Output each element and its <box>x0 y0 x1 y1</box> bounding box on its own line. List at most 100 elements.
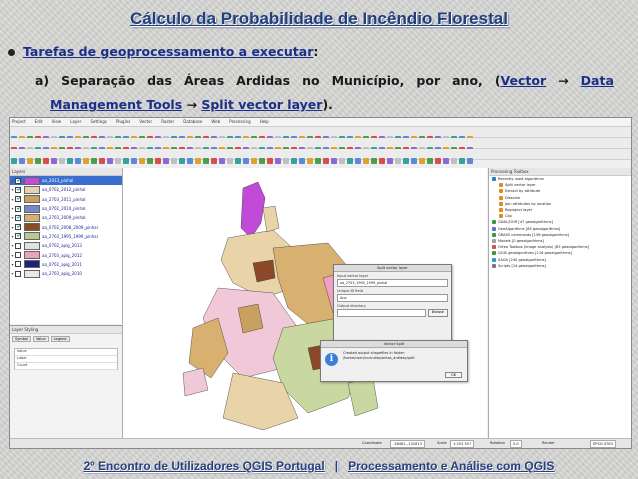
toolbar-tool-icon[interactable] <box>211 158 217 164</box>
toolbar-tool-icon[interactable] <box>203 158 209 164</box>
layer-item[interactable]: ▾ aa_2013_pinhal <box>10 176 122 186</box>
rotation-value[interactable]: 0.0 <box>510 440 522 448</box>
toolbar-tool-icon[interactable] <box>219 158 225 164</box>
toolbar-tool-icon[interactable] <box>179 158 185 164</box>
toolbar-tool-icon[interactable] <box>459 158 465 164</box>
layer-visibility-checkbox[interactable] <box>15 270 21 277</box>
toolbar-tool-icon[interactable] <box>451 158 457 164</box>
toolbar-tool-icon[interactable] <box>299 158 305 164</box>
output-dir-input[interactable] <box>337 309 426 317</box>
toolbar-tool-icon[interactable] <box>355 158 361 164</box>
data-link[interactable]: Data <box>581 73 614 88</box>
toolbar-tool-icon[interactable] <box>107 158 113 164</box>
coordinate-value[interactable]: -36481,-131813 <box>390 440 425 448</box>
toolbar-tool-icon[interactable] <box>435 158 441 164</box>
toolbar-tool-icon[interactable] <box>83 158 89 164</box>
menu-processing[interactable]: Processing <box>229 119 250 124</box>
layer-visibility-checkbox[interactable] <box>15 233 21 240</box>
toolbar-tool-icon[interactable] <box>59 158 65 164</box>
toolbar-tool-icon[interactable] <box>323 158 329 164</box>
menu-layer[interactable]: Layer <box>70 119 81 124</box>
layer-visibility-checkbox[interactable] <box>15 224 21 231</box>
toolbar-tool-icon[interactable] <box>243 158 249 164</box>
toolbar-tool-icon[interactable] <box>27 158 33 164</box>
toolbar-tool-icon[interactable] <box>139 158 145 164</box>
layer-visibility-checkbox[interactable] <box>15 252 21 259</box>
menu-help[interactable]: Help <box>260 119 269 124</box>
toolbar-tool-icon[interactable] <box>195 158 201 164</box>
toolbar-tool-icon[interactable] <box>275 158 281 164</box>
toolbar-tool-icon[interactable] <box>419 158 425 164</box>
toolbox-item[interactable]: Scripts [14 geoalgorithms] <box>489 263 631 269</box>
toolbar-tool-icon[interactable] <box>163 158 169 164</box>
layer-visibility-checkbox[interactable] <box>15 177 21 184</box>
toolbar-tool-icon[interactable] <box>371 158 377 164</box>
toolbar-tool-icon[interactable] <box>403 158 409 164</box>
layer-item[interactable]: ▾ aa_0702_apig_2013 <box>10 241 122 250</box>
layer-visibility-checkbox[interactable] <box>15 214 21 221</box>
toolbar-tool-icon[interactable] <box>259 158 265 164</box>
layer-item[interactable]: ▾ aa_2703_2009_pinhal <box>10 213 122 222</box>
toolbar-tool-icon[interactable] <box>115 158 121 164</box>
toolbar-tool-icon[interactable] <box>123 158 129 164</box>
toolbar-tool-icon[interactable] <box>267 158 273 164</box>
toolbar-tool-icon[interactable] <box>35 158 41 164</box>
toolbar-tool-icon[interactable] <box>395 158 401 164</box>
crs-button[interactable]: EPSG:3763 <box>590 440 616 448</box>
toolbar-tool-icon[interactable] <box>339 158 345 164</box>
menu-project[interactable]: Project <box>12 119 26 124</box>
toolbar-tool-icon[interactable] <box>187 158 193 164</box>
toolbar-tool-icon[interactable] <box>67 158 73 164</box>
toolbar-tool-icon[interactable] <box>43 158 49 164</box>
toolbar-tool-icon[interactable] <box>443 158 449 164</box>
toolbar-tool-icon[interactable] <box>291 158 297 164</box>
menu-settings[interactable]: Settings <box>90 119 106 124</box>
layer-visibility-checkbox[interactable] <box>15 186 21 193</box>
toolbar-tool-icon[interactable] <box>155 158 161 164</box>
toolbar-tool-icon[interactable] <box>411 158 417 164</box>
toolbar-tool-icon[interactable] <box>251 158 257 164</box>
layer-item[interactable]: ▾ aa_0702_apig_2011 <box>10 260 122 269</box>
toolbar-tool-icon[interactable] <box>19 158 25 164</box>
toolbar-tool-icon[interactable] <box>235 158 241 164</box>
layer-item[interactable]: ▾ aa_2703_1995_1999_pinhal <box>10 232 122 241</box>
toolbar-tool-icon[interactable] <box>11 158 17 164</box>
toolbar-tool-icon[interactable] <box>427 158 433 164</box>
layer-item[interactable]: ▾ aa_2703_apig_2012 <box>10 250 122 260</box>
toolbar-tool-icon[interactable] <box>75 158 81 164</box>
menu-database[interactable]: Database <box>183 119 202 124</box>
toolbar-tool-icon[interactable] <box>171 158 177 164</box>
menu-web[interactable]: Web <box>211 119 220 124</box>
toolbar-tool-icon[interactable] <box>347 158 353 164</box>
layer-visibility-checkbox[interactable] <box>15 242 21 249</box>
toolbar-tool-icon[interactable] <box>387 158 393 164</box>
layer-visibility-checkbox[interactable] <box>15 205 21 212</box>
layer-item[interactable]: ▾ aa_0702_2012_pinhal <box>10 185 122 194</box>
menu-edit[interactable]: Edit <box>35 119 43 124</box>
unique-field-select[interactable]: Ano <box>337 294 448 302</box>
toolbar-tool-icon[interactable] <box>51 158 57 164</box>
menu-raster[interactable]: Raster <box>161 119 174 124</box>
layer-item[interactable]: ▾ aa_0702_2008_2009_pinhal <box>10 222 122 232</box>
management-tools-link[interactable]: Management Tools <box>50 97 182 112</box>
menu-plugins[interactable]: Plugins <box>116 119 130 124</box>
toolbar-tool-icon[interactable] <box>283 158 289 164</box>
toolbar-tool-icon[interactable] <box>331 158 337 164</box>
toolbar-tool-icon[interactable] <box>99 158 105 164</box>
input-layer-select[interactable]: aa_2703_1995_1999_pinhal <box>337 279 448 287</box>
toolbar-tool-icon[interactable] <box>379 158 385 164</box>
layer-visibility-checkbox[interactable] <box>15 196 21 203</box>
tab-symbol[interactable]: Symbol <box>12 336 32 342</box>
menu-view[interactable]: View <box>52 119 62 124</box>
toolbar-tool-icon[interactable] <box>91 158 97 164</box>
vector-link[interactable]: Vector <box>501 73 547 88</box>
toolbar-tool-icon[interactable] <box>131 158 137 164</box>
scale-value[interactable]: 1:253 557 <box>450 440 475 448</box>
tab-value[interactable]: Value <box>33 336 49 342</box>
toolbar-tool-icon[interactable] <box>363 158 369 164</box>
toolbar-tool-icon[interactable] <box>227 158 233 164</box>
layer-item[interactable]: ▾ aa_2703_apig_2010 <box>10 269 122 278</box>
menu-vector[interactable]: Vector <box>139 119 152 124</box>
toolbar-tool-icon[interactable] <box>315 158 321 164</box>
ok-button[interactable]: OK <box>444 372 462 378</box>
